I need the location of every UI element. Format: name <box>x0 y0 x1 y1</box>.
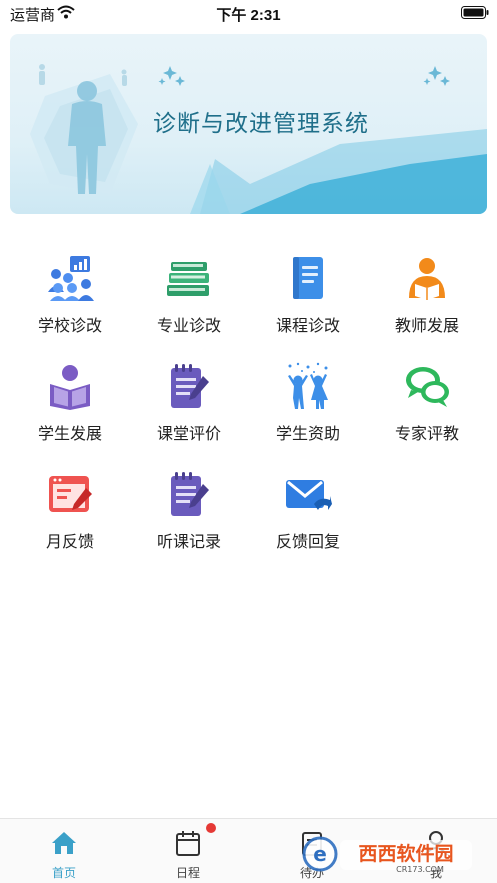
menu-item-label: 课堂评价 <box>156 426 221 443</box>
menu-item-teacher-development[interactable]: 教师发展 <box>367 248 487 348</box>
menu-item-label: 月反馈 <box>45 534 94 551</box>
menu-item-feedback-reply[interactable]: 反馈回复 <box>248 464 368 564</box>
menu-item-student-aid[interactable]: 学生资助 <box>248 356 368 456</box>
menu-item-major-diagnosis[interactable]: 专业诊改 <box>129 248 249 348</box>
browser-edit-icon <box>49 476 92 512</box>
notepad-pen-icon <box>171 364 209 408</box>
menu-item-label: 听课记录 <box>156 534 221 551</box>
notification-badge <box>206 823 216 833</box>
school-people-chart-icon <box>48 256 94 301</box>
menu-item-label: 学生发展 <box>37 426 102 443</box>
watermark-logo: e 西西软件园 CR173.COM <box>302 836 472 874</box>
menu-item-school-diagnosis[interactable]: 学校诊改 <box>10 248 130 348</box>
menu-item-label: 课程诊改 <box>275 318 340 335</box>
calendar-icon <box>176 831 200 856</box>
menu-item-label: 反馈回复 <box>275 534 340 551</box>
tab-home[interactable]: 首页 <box>2 819 126 883</box>
header-banner: 诊断与改进管理系统 <box>10 34 487 214</box>
home-icon <box>52 832 76 854</box>
cheering-kids-icon <box>288 362 328 409</box>
tab-label: 首页 <box>51 866 76 880</box>
menu-item-label: 学校诊改 <box>37 318 102 335</box>
menu-item-student-development[interactable]: 学生发展 <box>10 356 130 456</box>
svg-text:CR173.COM: CR173.COM <box>396 865 444 874</box>
blue-book-icon <box>293 257 323 299</box>
tab-label: 日程 <box>175 866 200 880</box>
menu-item-lecture-record[interactable]: 听课记录 <box>129 464 249 564</box>
menu-item-course-diagnosis[interactable]: 课程诊改 <box>248 248 368 348</box>
tab-schedule[interactable]: 日程 <box>126 819 250 883</box>
banner-title: 诊断与改进管理系统 <box>153 110 369 136</box>
battery-icon <box>461 6 489 19</box>
status-bar: 运营商 下午 2:31 <box>0 0 497 26</box>
student-reading-icon <box>50 365 90 410</box>
menu-item-expert-evaluation[interactable]: 专家评教 <box>367 356 487 456</box>
menu-item-monthly-feedback[interactable]: 月反馈 <box>10 464 130 564</box>
svg-text:e: e <box>313 842 327 866</box>
menu-item-label: 专家评教 <box>394 426 459 443</box>
menu-item-label: 教师发展 <box>394 318 459 335</box>
status-time: 下午 2:31 <box>216 7 281 24</box>
menu-item-classroom-evaluation[interactable]: 课堂评价 <box>129 356 249 456</box>
menu-item-label: 学生资助 <box>275 426 340 443</box>
book-stack-icon <box>167 262 209 296</box>
chat-bubbles-icon <box>406 367 449 407</box>
svg-text:西西软件园: 西西软件园 <box>358 842 453 865</box>
notepad-pen-icon <box>171 472 209 516</box>
teacher-reading-icon <box>409 258 445 300</box>
menu-item-label: 专业诊改 <box>156 318 221 335</box>
mail-reply-icon <box>286 480 332 510</box>
